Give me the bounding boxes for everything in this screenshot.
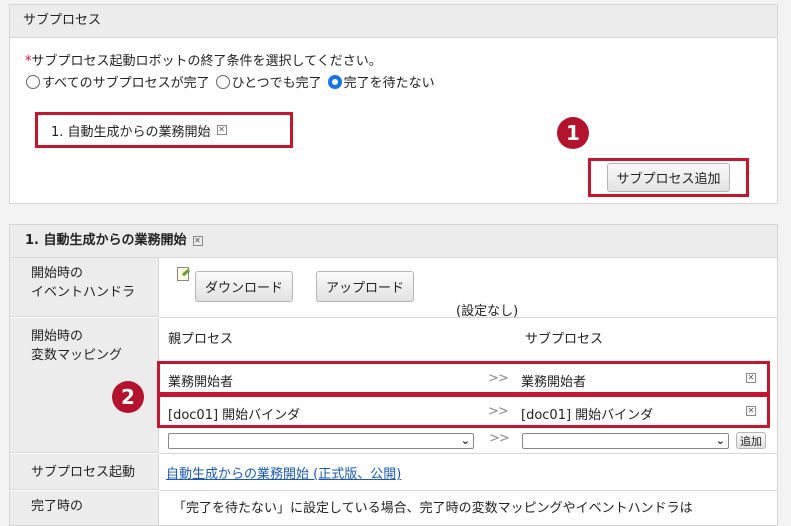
chevron-down-icon: ⌄ [715,434,725,447]
download-button[interactable]: ダウンロード [195,271,294,302]
mapping-row: 業務開始者 >> 業務開始者 ✕ [157,361,770,395]
close-x-icon[interactable]: ✕ [216,125,227,135]
prompt-text: サブプロセス起動ロボットの終了条件を選択してください。 [31,54,382,69]
radio-label: すべてのサブプロセスが完了 [42,76,210,91]
listed-subprocess-item: 1. 自動生成からの業務開始 ✕ [35,112,293,148]
map-arrow: >> [488,404,509,419]
sub-variable: 業務開始者 [521,375,587,390]
termination-radio-group: すべてのサブプロセスが完了 ひとつでも完了 完了を待たない [26,72,441,91]
launch-label: サブプロセス起動 [10,454,159,490]
event-handler-label: 開始時の イベントハンドラ [10,258,159,317]
event-handler-content: ダウンロード アップロード (設定なし) [160,258,777,319]
radio-any-complete[interactable]: ひとつでも完了 [215,72,322,91]
launch-subprocess-link[interactable]: 自動生成からの業務開始 (正式版、公開) [166,463,401,482]
sub-variable: [doc01] 開始バインダ [521,408,654,423]
edit-note-icon [177,267,189,281]
add-subprocess-button[interactable]: サブプロセス追加 [607,163,730,192]
close-x-icon[interactable]: ✕ [746,373,756,383]
listed-subprocess-label: 1. 自動生成からの業務開始 [51,124,211,140]
close-x-icon[interactable]: ✕ [746,406,756,416]
parent-process-header: 親プロセス [168,332,234,347]
radio-circle[interactable] [26,74,40,89]
detail-title-bar: 1. 自動生成からの業務開始 ✕ [10,225,777,258]
launch-content: 自動生成からの業務開始 (正式版、公開) [160,454,777,491]
map-arrow: >> [489,431,510,446]
termination-prompt: *サブプロセス起動ロボットの終了条件を選択してください。 [25,50,382,69]
radio-circle-checked[interactable] [327,74,342,89]
parent-variable-select[interactable]: ⌄ [168,433,474,449]
radio-label: 完了を待たない [343,76,435,91]
chevron-down-icon: ⌄ [460,434,470,447]
subprocess-header: サブプロセス [525,332,604,347]
radio-label: ひとつでも完了 [231,76,322,91]
on-complete-content: 「完了を待たない」に設定している場合、完了時の変数マッピングやイベントハンドラは [160,491,777,525]
radio-circle[interactable] [215,74,230,89]
parent-variable: [doc01] 開始バインダ [168,408,301,423]
parent-variable: 業務開始者 [168,375,234,390]
no-setting-text: (設定なし) [456,304,519,319]
upload-button[interactable]: アップロード [316,271,415,302]
radio-all-complete[interactable]: すべてのサブプロセスが完了 [26,72,210,91]
on-complete-label: 完了時の [10,491,159,525]
radio-no-wait[interactable]: 完了を待たない [327,72,435,91]
callout-badge-2: 2 [112,381,144,413]
close-x-icon[interactable]: ✕ [192,236,203,246]
add-subprocess-highlight: サブプロセス追加 [588,158,749,197]
on-complete-text: 「完了を待たない」に設定している場合、完了時の変数マッピングやイベントハンドラは [173,501,693,516]
add-mapping-button[interactable]: 追加 [736,432,766,449]
sub-variable-select[interactable]: ⌄ [522,433,729,449]
detail-title: 1. 自動生成からの業務開始 [25,233,187,248]
panel-title: サブプロセス [10,5,777,38]
callout-badge-1: 1 [557,117,589,149]
mapping-row: [doc01] 開始バインダ >> [doc01] 開始バインダ ✕ [157,394,770,428]
map-arrow: >> [488,371,509,386]
